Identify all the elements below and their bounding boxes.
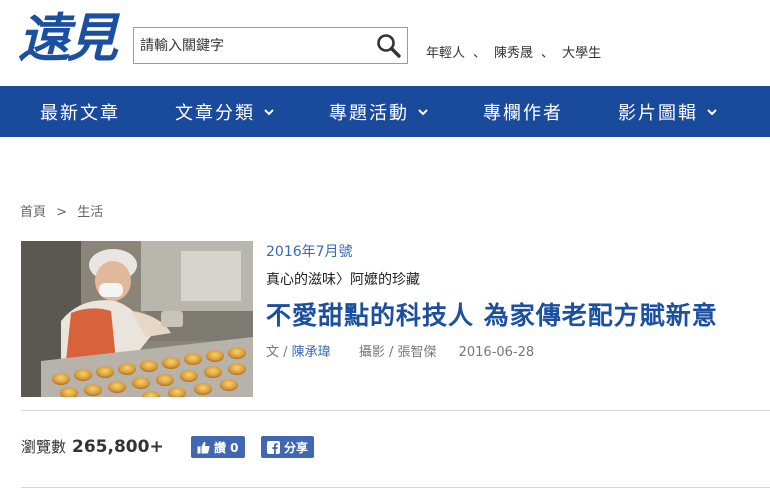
view-count: 瀏覽數 265,800+ — [21, 436, 164, 457]
nav-item-label: 影片圖輯 — [618, 102, 698, 124]
issue-link[interactable]: 2016年7月號 — [266, 241, 353, 261]
hot-tag-separator: 、 — [473, 46, 487, 61]
chevron-down-icon — [264, 108, 274, 115]
facebook-icon — [267, 440, 280, 454]
column-link[interactable]: 真心的滋味〉阿嬤的珍藏 — [266, 269, 420, 289]
facebook-share-button[interactable]: 分享 — [261, 436, 315, 458]
breadcrumb-separator: > — [56, 205, 68, 220]
nav-item-label: 最新文章 — [40, 102, 120, 124]
hot-tag[interactable]: 大學生 — [562, 42, 601, 61]
author-prefix: 文 / — [266, 345, 292, 360]
article-title[interactable]: 不愛甜點的科技人 為家傳老配方賦新意 — [266, 296, 718, 332]
nav-item-label: 專題活動 — [329, 102, 409, 124]
site-logo[interactable]: 遠見 — [18, 6, 128, 78]
site-header: 遠見 年輕人 、 陳秀晟 、 大學生 — [0, 0, 770, 86]
divider — [21, 410, 770, 411]
hot-tag-separator: 、 — [541, 46, 555, 61]
article-meta: 文 / 陳承瑋 攝影 / 張智傑 2016-06-28 — [266, 341, 534, 360]
like-label: 讚 0 — [214, 440, 239, 455]
logo-text[interactable]: 遠見 — [18, 6, 118, 72]
main-nav: 最新文章 文章分類 專題活動 專欄作者 影片圖輯 — [0, 86, 770, 137]
hot-tag[interactable]: 年輕人 — [426, 42, 465, 61]
search-icon[interactable] — [375, 32, 403, 60]
photographer: 攝影 / 張智傑 — [358, 345, 437, 360]
search-box — [133, 27, 408, 64]
nav-item-latest[interactable]: 最新文章 — [40, 86, 120, 137]
breadcrumb-current[interactable]: 生活 — [77, 205, 103, 220]
nav-item-events[interactable]: 專題活動 — [329, 86, 429, 137]
chevron-down-icon — [418, 108, 428, 115]
nav-item-columnists[interactable]: 專欄作者 — [483, 86, 563, 137]
nav-item-label: 專欄作者 — [483, 102, 563, 124]
breadcrumb: 首頁 > 生活 — [20, 201, 103, 220]
nav-item-categories[interactable]: 文章分類 — [175, 86, 275, 137]
thumbs-up-icon — [197, 441, 210, 453]
article-thumbnail[interactable] — [21, 241, 253, 397]
divider — [21, 487, 770, 488]
chevron-down-icon — [707, 108, 717, 115]
share-label: 分享 — [284, 440, 309, 455]
search-input[interactable] — [140, 33, 370, 58]
hot-tags: 年輕人 、 陳秀晟 、 大學生 — [426, 42, 601, 61]
nav-item-videos[interactable]: 影片圖輯 — [618, 86, 718, 137]
facebook-like-button[interactable]: 讚 0 — [191, 436, 245, 458]
author-link[interactable]: 陳承瑋 — [292, 345, 331, 360]
hot-tag[interactable]: 陳秀晟 — [494, 42, 533, 61]
nav-item-label: 文章分類 — [175, 102, 255, 124]
views-number: 265,800+ — [72, 437, 164, 457]
breadcrumb-home[interactable]: 首頁 — [20, 205, 46, 220]
views-label: 瀏覽數 — [21, 438, 67, 456]
publish-date: 2016-06-28 — [458, 345, 535, 360]
